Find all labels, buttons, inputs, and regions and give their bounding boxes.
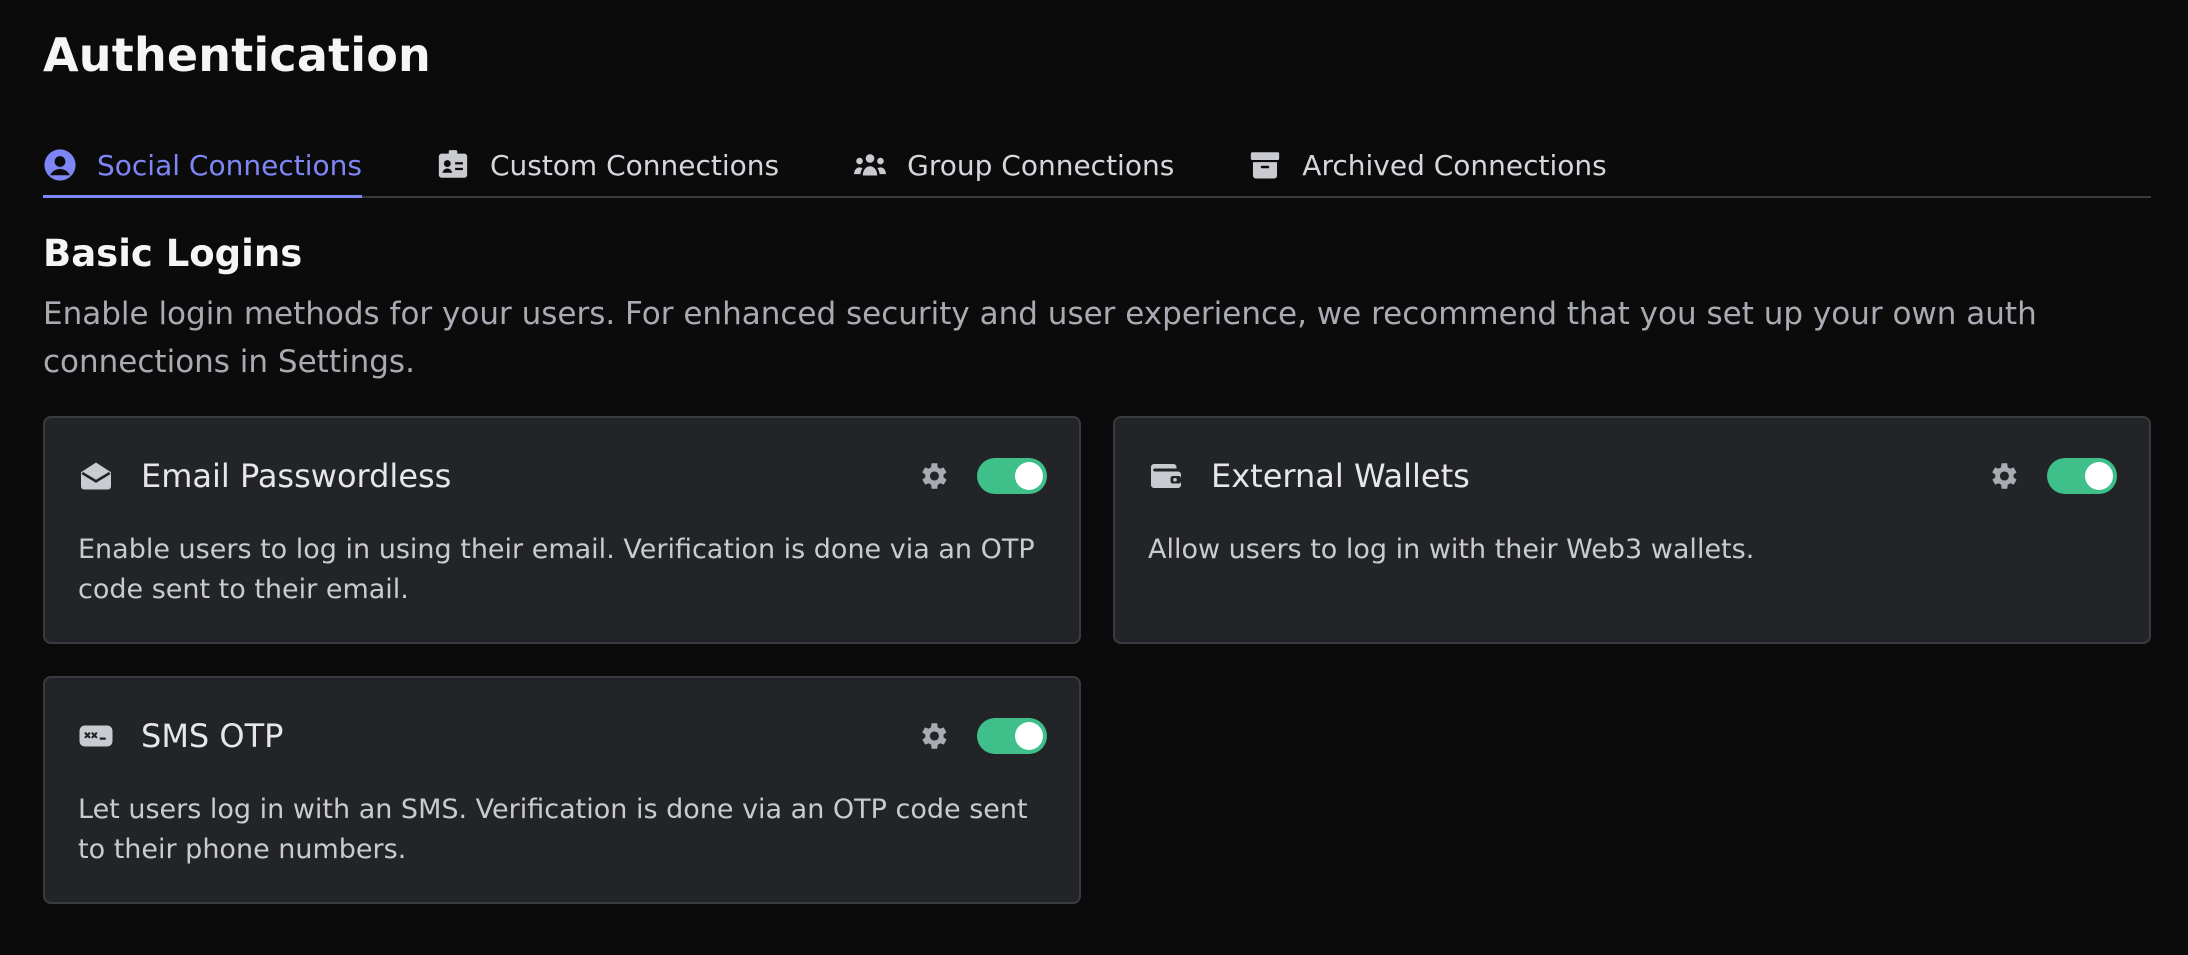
login-method-card-sms-otp: SMS OTP Let users log in with an SMS. Ve… (43, 676, 1081, 904)
tab-label: Group Connections (907, 148, 1175, 182)
login-method-card-email-passwordless: Email Passwordless Enable users to log i… (43, 416, 1081, 644)
enable-toggle[interactable] (977, 458, 1047, 494)
sms-otp-icon (77, 717, 115, 755)
tab-label: Custom Connections (489, 148, 780, 182)
card-title: External Wallets (1211, 457, 1470, 495)
card-title: Email Passwordless (141, 457, 452, 495)
id-card-icon (436, 148, 470, 182)
tab-label: Social Connections (97, 148, 362, 182)
tab-group-connections[interactable]: Group Connections (853, 134, 1174, 196)
gear-icon[interactable] (915, 458, 951, 494)
gear-icon[interactable] (1985, 458, 2021, 494)
tab-custom-connections[interactable]: Custom Connections (436, 134, 779, 196)
toggle-knob (2085, 462, 2113, 490)
user-circle-icon (43, 148, 77, 182)
connection-tabs: Social Connections Custom Connections Gr… (43, 134, 2151, 198)
tab-archived-connections[interactable]: Archived Connections (1248, 134, 1607, 196)
tab-social-connections[interactable]: Social Connections (43, 134, 362, 198)
card-description: Enable users to log in using their email… (78, 534, 1035, 605)
authentication-page: Authentication Social Connections Custom… (0, 0, 2188, 955)
envelope-open-icon (77, 457, 115, 495)
login-method-card-external-wallets: External Wallets Allow users to log in w… (1113, 416, 2151, 644)
card-title: SMS OTP (141, 717, 284, 755)
card-description: Let users log in with an SMS. Verificati… (78, 794, 1028, 865)
card-description: Allow users to log in with their Web3 wa… (1148, 534, 1755, 565)
archive-box-icon (1248, 148, 1282, 182)
enable-toggle[interactable] (2047, 458, 2117, 494)
tab-label: Archived Connections (1302, 148, 1607, 182)
toggle-knob (1015, 722, 1043, 750)
toggle-knob (1015, 462, 1043, 490)
section-title: Basic Logins (43, 232, 303, 275)
wallet-icon (1147, 457, 1185, 495)
section-description: Enable login methods for your users. For… (43, 296, 2037, 380)
gear-icon[interactable] (915, 718, 951, 754)
users-icon (853, 148, 887, 182)
enable-toggle[interactable] (977, 718, 1047, 754)
page-title: Authentication (43, 28, 432, 82)
